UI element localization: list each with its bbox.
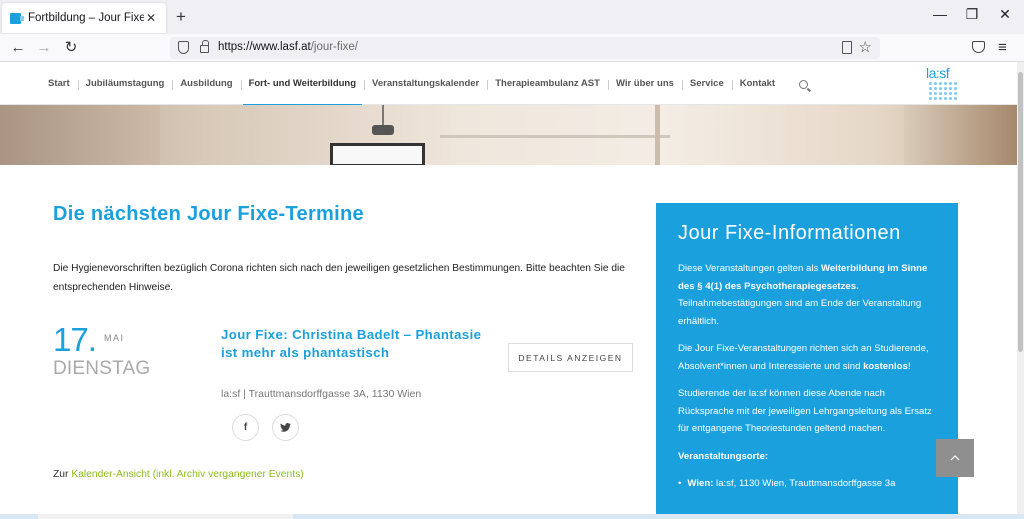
taskbar-item [38, 514, 293, 519]
hero-whiteboard [330, 143, 425, 165]
facebook-share-icon[interactable]: f [232, 414, 259, 441]
venue-address: la:sf, 1130 Wien, Trauttmansdorffgasse 3… [713, 478, 896, 489]
event-weekday: DIENSTAG [53, 358, 151, 379]
nav-item-ausbildung[interactable]: Ausbildung [172, 63, 240, 105]
nav-item-fort-und-weiterbildung[interactable]: Fort- und Weiterbildung [240, 63, 364, 106]
nav-item-wir-über-uns[interactable]: Wir über uns [607, 63, 682, 105]
info-paragraph-3: Studierende der la:sf können diese Abend… [678, 388, 932, 434]
search-icon[interactable] [799, 80, 808, 89]
info-paragraph-2: Die Jour Fixe-Veranstaltungen richten si… [678, 340, 936, 375]
info-p2-rest: ! [907, 360, 911, 372]
url-path: /jour-fixe/ [310, 41, 358, 53]
nav-item-veranstaltungskalender[interactable]: Veranstaltungskalender [364, 63, 487, 105]
hero-image [0, 105, 1024, 165]
info-box-title: Jour Fixe-Informationen [678, 222, 901, 244]
forward-button[interactable]: → [34, 38, 54, 58]
pocket-icon[interactable] [972, 41, 985, 53]
maximize-button[interactable]: ❐ [962, 6, 982, 23]
jour-fixe-info-box: Jour Fixe-Informationen Diese Veranstalt… [656, 203, 958, 519]
event-month: MAI [104, 333, 125, 343]
nav-item-therapieambulanz-ast[interactable]: Therapieambulanz AST [487, 63, 608, 105]
hero-projector [372, 125, 394, 135]
hamburger-menu-icon[interactable]: ≡ [998, 39, 1007, 56]
reader-view-icon[interactable] [842, 41, 852, 54]
venues-list: Wien: la:sf, 1130 Wien, Trauttmansdorffg… [678, 475, 936, 492]
back-button[interactable]: ← [8, 38, 28, 58]
minimize-button[interactable]: — [930, 6, 950, 22]
browser-toolbar: ← → ↻ https://www.lasf.at/jour-fixe/ ☆ ≡ [0, 34, 1024, 62]
venues-label: Veranstaltungsorte: [678, 450, 769, 462]
hero-wall-left [0, 105, 160, 165]
lasf-logo[interactable]: la:sf [922, 65, 968, 103]
hero-projector-mount [382, 105, 384, 125]
event-title-link[interactable]: Jour Fixe: Christina Badelt – Phantasie … [221, 326, 501, 362]
calendar-prefix: Zur [53, 469, 69, 480]
calendar-view-line: Zur Kalender-Ansicht (inkl. Archiv verga… [53, 469, 304, 480]
page-scrollbar[interactable] [1017, 62, 1024, 514]
new-tab-button[interactable]: + [176, 7, 186, 27]
bookmark-star-icon[interactable]: ☆ [859, 38, 872, 56]
nav-item-kontakt[interactable]: Kontakt [731, 63, 783, 105]
calendar-view-link[interactable]: Kalender-Ansicht (inkl. Archiv vergangen… [71, 469, 303, 480]
scrollbar-thumb[interactable] [1018, 72, 1023, 352]
venue-name: Wien: [687, 478, 714, 489]
lock-icon[interactable] [200, 40, 209, 53]
nav-item-jubiläumstagung[interactable]: Jubiläumstagung [77, 63, 173, 105]
logo-dots [928, 81, 958, 101]
info-p1-text: Diese Veranstaltungen gelten als [678, 263, 821, 274]
twitter-bird-icon [280, 423, 291, 432]
hero-window-frame [655, 105, 660, 165]
info-paragraph-1: Diese Veranstaltungen gelten als Weiterb… [678, 260, 936, 330]
corona-notice: Die Hygienevorschriften bezüglich Corona… [53, 263, 625, 293]
browser-tab-bar: Fortbildung – Jour Fixe - la:sf ✕ + — ❐ … [0, 0, 1024, 34]
url-domain: https://www.lasf.at [218, 41, 311, 53]
twitter-share-icon[interactable] [272, 414, 299, 441]
event-day: 17. [53, 321, 97, 358]
scroll-to-top-button[interactable] [936, 439, 974, 477]
site-favicon-icon [10, 12, 24, 24]
site-navigation: Start Jubiläumstagung Ausbildung Fort- und … [0, 63, 1024, 106]
details-button[interactable]: DETAILS ANZEIGEN [508, 343, 633, 372]
logo-text: la:sf [926, 65, 950, 81]
nav-item-start[interactable]: Start [40, 63, 78, 105]
tracking-shield-icon[interactable] [178, 41, 189, 54]
page-title: Die nächsten Jour Fixe-Termine [53, 203, 364, 225]
hero-shelf [440, 135, 670, 138]
tab-close-icon[interactable]: ✕ [144, 11, 158, 25]
taskbar-strip [0, 514, 1024, 519]
reload-button[interactable]: ↻ [61, 38, 81, 58]
chevron-up-icon [950, 455, 960, 461]
nav-item-service[interactable]: Service [681, 63, 732, 105]
main-menu: Start Jubiläumstagung Ausbildung Fort- und … [40, 63, 783, 106]
browser-tab[interactable]: Fortbildung – Jour Fixe - la:sf ✕ [2, 3, 166, 33]
info-p2-bold: kostenlos [863, 360, 908, 372]
info-p1-rest: Teilnahmebestätigungen sind am Ende der … [678, 298, 922, 327]
hero-wall-right [904, 105, 1024, 165]
tab-title: Fortbildung – Jour Fixe - la:sf [28, 12, 144, 24]
window-close-button[interactable]: ✕ [995, 6, 1015, 23]
url-text[interactable]: https://www.lasf.at/jour-fixe/ [218, 41, 358, 53]
address-bar[interactable]: https://www.lasf.at/jour-fixe/ ☆ [170, 37, 880, 59]
venue-item: Wien: la:sf, 1130 Wien, Trauttmansdorffg… [678, 475, 936, 492]
event-location: la:sf | Trauttmansdorffgasse 3A, 1130 Wi… [221, 388, 422, 400]
